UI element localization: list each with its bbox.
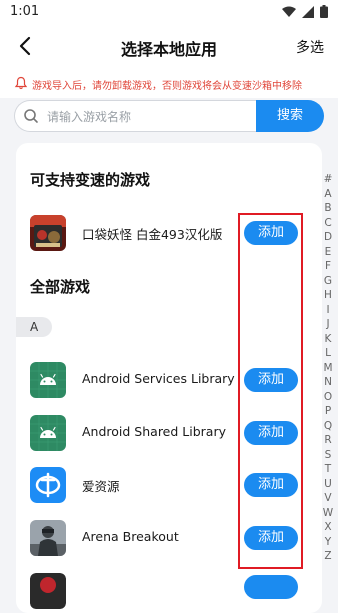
- search-bar: 搜索: [14, 100, 324, 132]
- search-icon: [24, 109, 38, 123]
- search-field[interactable]: [14, 100, 257, 132]
- list-item[interactable]: [16, 569, 322, 613]
- supported-section-title: 可支持变速的游戏: [30, 171, 151, 189]
- alphabet-index-letter[interactable]: Z: [324, 549, 331, 564]
- all-section-title: 全部游戏: [30, 278, 91, 296]
- alphabet-index-letter[interactable]: S: [325, 448, 332, 463]
- multi-select-button[interactable]: 多选: [296, 37, 324, 57]
- app-name: 爱资源: [82, 479, 120, 494]
- alphabet-index-letter[interactable]: O: [324, 390, 332, 405]
- bell-icon: [14, 76, 28, 90]
- status-bar: 1:01: [0, 0, 338, 24]
- arena-breakout-icon: [30, 520, 66, 556]
- letter-label: A: [30, 320, 39, 334]
- highlight-annotation-box: [238, 213, 303, 569]
- alphabet-index-letter[interactable]: L: [325, 346, 331, 361]
- alphabet-index-letter[interactable]: T: [325, 462, 331, 477]
- android-icon: [30, 362, 66, 398]
- status-icons: [282, 5, 328, 18]
- alphabet-index-letter[interactable]: X: [324, 520, 331, 535]
- battery-icon: [320, 5, 328, 18]
- alphabet-index-letter[interactable]: H: [324, 288, 332, 303]
- alphabet-index-letter[interactable]: #: [324, 172, 333, 187]
- notice-text: 游戏导入后，请勿卸载游戏，否则游戏将会从变速沙箱中移除: [32, 81, 302, 92]
- app-name: Android Services Library: [82, 371, 235, 386]
- alphabet-index-letter[interactable]: E: [325, 245, 332, 260]
- pokemon-game-icon: [30, 215, 66, 251]
- alphabet-index-letter[interactable]: R: [324, 433, 331, 448]
- alphabet-index-letter[interactable]: F: [325, 259, 331, 274]
- alphabet-index-letter[interactable]: C: [324, 216, 331, 231]
- alphabet-index-letter[interactable]: G: [324, 274, 332, 289]
- alphabet-index-letter[interactable]: B: [324, 201, 331, 216]
- alphabet-index-letter[interactable]: U: [324, 477, 332, 492]
- alphabet-index-letter[interactable]: P: [325, 404, 331, 419]
- alphabet-index[interactable]: # A B C D E F G H I J K L M N O P Q R S T U V W X Y Z: [321, 172, 335, 564]
- notice-banner: 游戏导入后，请勿卸载游戏，否则游戏将会从变速沙箱中移除: [0, 68, 338, 98]
- page-title: 选择本地应用: [120, 40, 217, 59]
- signal-icon: [302, 5, 314, 18]
- alphabet-index-letter[interactable]: N: [324, 375, 332, 390]
- alphabet-index-letter[interactable]: W: [323, 506, 333, 521]
- status-time: 1:01: [10, 4, 40, 19]
- alphabet-index-letter[interactable]: V: [324, 491, 331, 506]
- nav-bar: 选择本地应用 多选: [0, 24, 338, 68]
- app-icon: [30, 573, 66, 609]
- wifi-icon: [282, 6, 296, 17]
- search-button[interactable]: 搜索: [256, 100, 324, 132]
- letter-group-header: A: [16, 317, 52, 337]
- app-name: 口袋妖怪 白金493汉化版: [82, 227, 223, 242]
- android-icon: [30, 415, 66, 451]
- search-input[interactable]: [45, 107, 249, 127]
- alphabet-index-letter[interactable]: Q: [324, 419, 332, 434]
- alphabet-index-letter[interactable]: A: [324, 187, 331, 202]
- alphabet-index-letter[interactable]: D: [324, 230, 332, 245]
- app-name: Android Shared Library: [82, 424, 226, 439]
- alphabet-index-letter[interactable]: J: [326, 317, 329, 332]
- aiziyuan-app-icon: [30, 467, 66, 503]
- alphabet-index-letter[interactable]: Y: [325, 535, 331, 550]
- app-name: Arena Breakout: [82, 529, 179, 544]
- alphabet-index-letter[interactable]: M: [323, 361, 332, 376]
- alphabet-index-letter[interactable]: K: [325, 332, 332, 347]
- add-button[interactable]: [244, 575, 298, 599]
- alphabet-index-letter[interactable]: I: [326, 303, 329, 318]
